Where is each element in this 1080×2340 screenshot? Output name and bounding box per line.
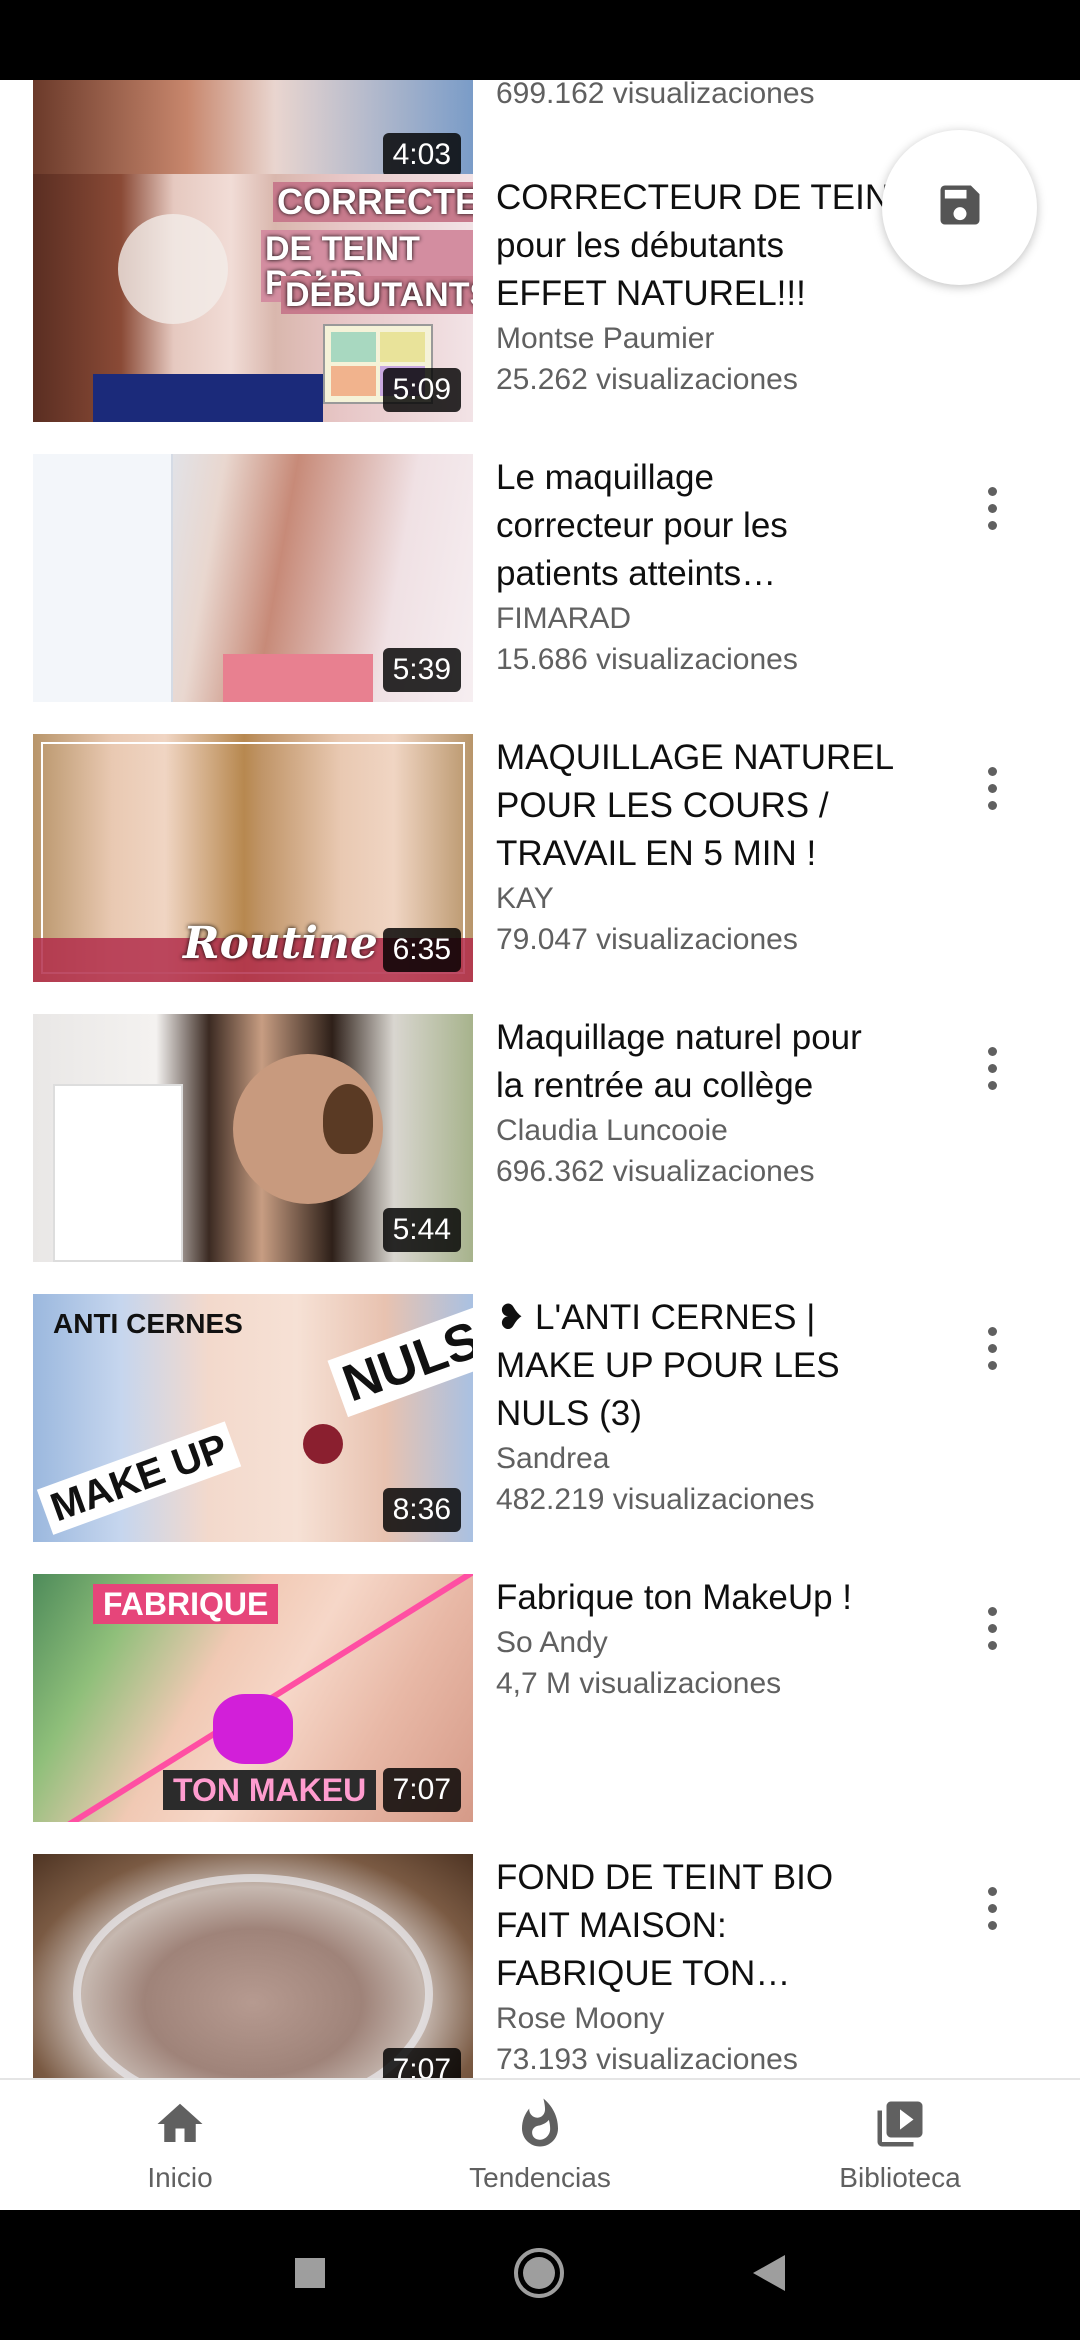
- bottom-navigation: Inicio Tendencias Biblioteca: [0, 2078, 1080, 2210]
- more-options-icon[interactable]: [966, 762, 1018, 814]
- video-title[interactable]: CORRECTEUR DE TEINT: [496, 174, 936, 222]
- video-channel[interactable]: So Andy: [496, 1622, 936, 1663]
- video-thumbnail[interactable]: Routine 6:35: [33, 734, 473, 982]
- video-title[interactable]: Le maquillage: [496, 454, 936, 502]
- video-item[interactable]: FABRIQUE TON MAKEU 7:07 Fabrique ton Mak…: [0, 1574, 1080, 1822]
- video-duration: 8:36: [382, 1488, 461, 1532]
- video-duration: 5:44: [382, 1208, 461, 1252]
- nav-trending-label: Tendencias: [469, 2161, 611, 2193]
- video-duration: 6:35: [382, 928, 461, 972]
- video-duration: 5:39: [382, 648, 461, 692]
- more-options-icon[interactable]: [966, 1042, 1018, 1094]
- video-title[interactable]: MAKE UP POUR LES: [496, 1342, 936, 1390]
- video-duration: 4:03: [382, 133, 461, 177]
- nav-library-label: Biblioteca: [839, 2161, 961, 2193]
- thumbnail-text: CORRECTEUR: [273, 182, 473, 222]
- video-thumbnail[interactable]: FABRIQUE TON MAKEU 7:07: [33, 1574, 473, 1822]
- video-title[interactable]: patients atteints…: [496, 550, 936, 598]
- home-icon: [153, 2097, 207, 2156]
- back-icon[interactable]: [751, 2253, 787, 2298]
- nav-library[interactable]: Biblioteca: [720, 2080, 1080, 2210]
- video-channel[interactable]: Rose Moony: [496, 1998, 936, 2039]
- status-bar: [0, 0, 1080, 80]
- video-title[interactable]: TRAVAIL EN 5 MIN !: [496, 830, 936, 878]
- home-circle-icon[interactable]: [512, 2246, 566, 2305]
- video-views: 482.219 visualizaciones: [496, 1483, 815, 1516]
- video-title[interactable]: FOND DE TEINT BIO: [496, 1854, 936, 1902]
- video-views: 15.686 visualizaciones: [496, 643, 798, 676]
- nav-home[interactable]: Inicio: [0, 2080, 360, 2210]
- more-options-icon[interactable]: [966, 1322, 1018, 1374]
- video-title[interactable]: POUR LES COURS /: [496, 782, 936, 830]
- flame-icon: [513, 2097, 567, 2156]
- video-views: 4,7 M visualizaciones: [496, 1667, 782, 1700]
- video-thumbnail[interactable]: 7:07: [33, 1854, 473, 2078]
- video-item[interactable]: Routine 6:35 MAQUILLAGE NATUREL POUR LES…: [0, 734, 1080, 982]
- video-title[interactable]: Fabrique ton MakeUp !: [496, 1574, 936, 1622]
- video-title[interactable]: MAQUILLAGE NATUREL: [496, 734, 936, 782]
- video-item[interactable]: 5:44 Maquillage naturel pour la rentrée …: [0, 1014, 1080, 1262]
- video-channel[interactable]: Sandrea: [496, 1438, 936, 1479]
- nav-trending[interactable]: Tendencias: [360, 2080, 720, 2210]
- video-feed[interactable]: 4:03 699.162 visualizaciones CORRECTEUR …: [0, 80, 1080, 2078]
- video-title[interactable]: la rentrée au collège: [496, 1062, 936, 1110]
- system-navigation-bar: [0, 2210, 1080, 2340]
- video-title[interactable]: EFFET NATUREL!!!: [496, 270, 936, 318]
- video-title[interactable]: ❥ L'ANTI CERNES |: [496, 1294, 936, 1342]
- video-views: 696.362 visualizaciones: [496, 1155, 815, 1188]
- video-duration: 7:07: [382, 2048, 461, 2078]
- video-views: 79.047 visualizaciones: [496, 923, 798, 956]
- video-item[interactable]: 5:39 Le maquillage correcteur pour les p…: [0, 454, 1080, 702]
- video-thumbnail[interactable]: CORRECTEUR DE TEINT POUR DÉBUTANTS 5:09: [33, 174, 473, 422]
- video-views: 25.262 visualizaciones: [496, 363, 798, 396]
- more-options-icon[interactable]: [966, 1882, 1018, 1934]
- more-options-icon[interactable]: [966, 1602, 1018, 1654]
- video-channel[interactable]: KAY: [496, 878, 936, 919]
- thumbnail-text: TON MAKEU: [163, 1770, 377, 1810]
- video-item[interactable]: 7:07 FOND DE TEINT BIO FAIT MAISON: FABR…: [0, 1854, 1080, 2078]
- video-thumbnail[interactable]: ANTI CERNES MAKE UP NULS 8:36: [33, 1294, 473, 1542]
- save-button[interactable]: [882, 130, 1037, 285]
- nav-home-label: Inicio: [147, 2161, 213, 2193]
- video-duration: 5:09: [382, 368, 461, 412]
- video-title[interactable]: pour les débutants: [496, 222, 936, 270]
- video-title[interactable]: correcteur pour les: [496, 502, 936, 550]
- video-title[interactable]: FAIT MAISON:: [496, 1902, 936, 1950]
- video-views: 699.162 visualizaciones: [496, 80, 815, 110]
- video-item[interactable]: ANTI CERNES MAKE UP NULS 8:36 ❥ L'ANTI C…: [0, 1294, 1080, 1542]
- video-title[interactable]: NULS (3): [496, 1390, 936, 1438]
- thumbnail-text: ANTI CERNES: [53, 1308, 243, 1339]
- video-channel[interactable]: FIMARAD: [496, 598, 936, 639]
- video-title[interactable]: FABRIQUE TON…: [496, 1950, 936, 1998]
- video-title[interactable]: Maquillage naturel pour: [496, 1014, 936, 1062]
- library-icon: [873, 2097, 927, 2156]
- more-options-icon[interactable]: [966, 482, 1018, 534]
- video-duration: 7:07: [382, 1768, 461, 1812]
- video-thumbnail[interactable]: 5:39: [33, 454, 473, 702]
- thumbnail-text: Routine: [183, 918, 378, 969]
- video-thumbnail[interactable]: 4:03: [33, 80, 473, 187]
- video-views: 73.193 visualizaciones: [496, 2043, 798, 2076]
- recents-icon[interactable]: [293, 2256, 327, 2295]
- save-icon: [934, 179, 986, 236]
- video-channel[interactable]: Claudia Luncooie: [496, 1110, 936, 1151]
- thumbnail-text: DÉBUTANTS: [281, 276, 473, 314]
- video-thumbnail[interactable]: 5:44: [33, 1014, 473, 1262]
- thumbnail-text: FABRIQUE: [93, 1584, 279, 1624]
- video-channel[interactable]: Montse Paumier: [496, 318, 936, 359]
